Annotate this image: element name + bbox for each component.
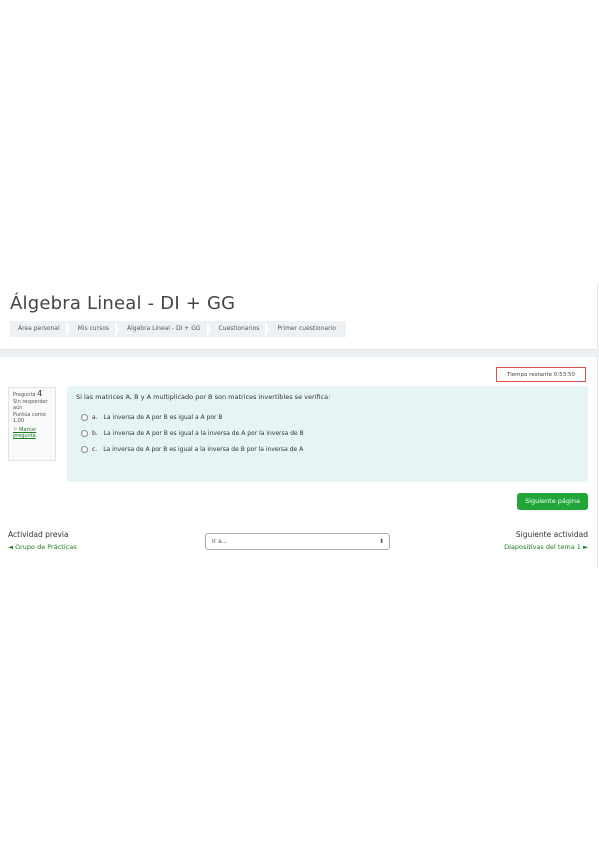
flag-icon: ⚐ — [13, 426, 18, 433]
radio-button[interactable] — [81, 414, 88, 421]
question-status: Sin responder aún — [13, 398, 48, 412]
option-letter: a. — [92, 414, 98, 421]
select-arrows-icon: ⬍ — [378, 538, 384, 545]
time-remaining: Tiempo restante 0:53:50 — [496, 367, 586, 382]
jump-to-value: Ir a... — [212, 538, 228, 545]
question-box: Si las matrices A, B y A multiplicado po… — [67, 386, 588, 482]
jump-to-select[interactable]: Ir a... ⬍ — [205, 533, 390, 550]
radio-button[interactable] — [81, 446, 88, 453]
option-text: La inversa de A por B es igual a la inve… — [103, 430, 304, 437]
option-letter: b. — [92, 430, 98, 437]
question-text: Si las matrices A, B y A multiplicado po… — [76, 393, 331, 401]
question-info: Pregunta 4 Sin responder aún Puntúa como… — [8, 387, 56, 461]
option-letter: c. — [92, 446, 98, 453]
answer-option-c[interactable]: c. La inversa de A por B es igual a la i… — [81, 446, 303, 453]
option-text: La inversa de A por B es igual a A por B — [103, 414, 223, 421]
page-header: Álgebra Lineal - DI + GG Área personal M… — [0, 283, 598, 350]
breadcrumb-item-quiz[interactable]: Primer cuestionario — [265, 321, 345, 337]
next-activity-label: Siguiente actividad — [515, 530, 588, 539]
course-title: Álgebra Lineal - DI + GG — [10, 293, 236, 314]
previous-activity-label: Actividad previa — [8, 530, 69, 539]
radio-button[interactable] — [81, 430, 88, 437]
flag-question-label: Marcar pregunta — [13, 426, 37, 440]
next-page-button[interactable]: Siguiente página — [517, 493, 588, 510]
previous-activity-link[interactable]: ◄ Grupo de Prácticas — [8, 543, 77, 551]
option-text: La inversa de A por B es igual a la inve… — [103, 446, 304, 453]
breadcrumb-item-course[interactable]: Álgebra Lineal - DI + GG — [115, 321, 211, 337]
breadcrumb-item-cuestionarios[interactable]: Cuestionarios — [206, 321, 270, 337]
flag-question-link[interactable]: ⚐ Marcar pregunta — [13, 427, 51, 440]
next-activity-link[interactable]: Diapositivas del tema 1 ► — [504, 543, 588, 551]
header-separator — [0, 350, 599, 357]
question-points: Puntúa como 1,00 — [13, 411, 46, 425]
breadcrumb: Área personal Mis cursos Álgebra Lineal … — [10, 321, 346, 337]
breadcrumb-item-mis-cursos[interactable]: Mis cursos — [65, 321, 119, 337]
question-number: 4 — [37, 389, 43, 398]
question-prefix: Pregunta — [13, 392, 36, 398]
answer-option-b[interactable]: b. La inversa de A por B es igual a la i… — [81, 430, 304, 437]
answer-option-a[interactable]: a. La inversa de A por B es igual a A po… — [81, 414, 223, 421]
breadcrumb-item-area-personal[interactable]: Área personal — [10, 321, 70, 337]
